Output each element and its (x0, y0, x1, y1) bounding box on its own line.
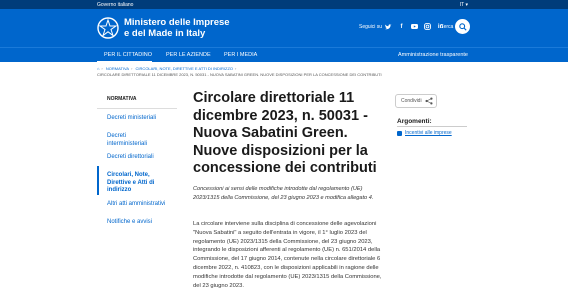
breadcrumb: ⌂ › Normativa › Circolari, Note, Direttive… (97, 66, 382, 77)
government-link[interactable]: Governo italiano (97, 2, 133, 8)
sidebar-item-decreti-ministeriali[interactable]: Decreti ministeriali (97, 109, 177, 127)
republic-emblem-icon (97, 17, 119, 39)
nav-item-media[interactable]: Per i media (224, 52, 257, 58)
government-top-bar: Governo italiano IT ▾ (0, 0, 568, 9)
topic-tag[interactable]: Incentivi alle imprese (397, 130, 452, 136)
topic-tag-label: Incentivi alle imprese (405, 130, 452, 136)
ministry-name[interactable]: Ministero delle Imprese e del Made in It… (124, 17, 230, 39)
instagram-icon[interactable] (424, 23, 431, 30)
share-icon (425, 97, 433, 105)
search-label: Cerca (440, 24, 454, 30)
language-selector[interactable]: IT ▾ (460, 2, 468, 8)
site-header: Ministero delle Imprese e del Made in It… (0, 9, 568, 47)
nav-active-indicator (97, 61, 152, 63)
breadcrumb-item-circolari[interactable]: Circolari, Note, Direttive e Atti di ind… (136, 66, 234, 71)
nav-item-citizen[interactable]: Per il cittadino (104, 52, 152, 58)
search-icon (458, 22, 467, 31)
article-body: La circolare interviene sulla disciplina… (193, 221, 382, 289)
home-icon[interactable]: ⌂ (97, 66, 99, 71)
sidebar-item-altri-atti[interactable]: Altri atti amministrativi (97, 195, 177, 213)
search-button[interactable] (455, 19, 470, 34)
topics-heading: Argomenti: (397, 118, 432, 125)
share-label: Condividi (401, 98, 422, 104)
twitter-icon[interactable] (385, 23, 392, 30)
breadcrumb-item-normativa[interactable]: Normativa (106, 66, 129, 71)
youtube-icon[interactable] (411, 23, 418, 30)
nav-item-companies[interactable]: Per le aziende (166, 52, 211, 58)
tag-icon (397, 130, 402, 136)
topics-divider (397, 126, 467, 127)
ministry-name-line1: Ministero delle Imprese (124, 17, 230, 28)
sidebar-item-notifiche[interactable]: Notifiche e avvisi (97, 213, 177, 231)
page-subtitle: Concessioni ai sensi delle modifiche int… (193, 186, 374, 201)
nav-transparency-link[interactable]: Amministrazione trasparente (398, 52, 468, 58)
sidebar-item-decreti-interministeriali[interactable]: Decreti interministeriali (97, 127, 177, 148)
facebook-icon[interactable]: f (398, 23, 405, 30)
social-links: f in (385, 23, 444, 30)
social-label: Seguici su (359, 24, 383, 30)
sidebar: Normativa Decreti ministeriali Decreti i… (97, 94, 177, 231)
sidebar-item-circolari[interactable]: Circolari, Note, Direttive e Atti di ind… (97, 166, 177, 195)
main-navigation: Per il cittadino Per le aziende Per i me… (0, 47, 568, 63)
sidebar-heading: Normativa (107, 96, 137, 102)
ministry-name-line2: e del Made in Italy (124, 27, 206, 39)
share-button[interactable]: Condividi (395, 94, 437, 108)
page-title: Circolare direttoriale 11 dicembre 2023,… (193, 90, 377, 176)
breadcrumb-current: Circolare direttoriale 11 dicembre 2023,… (97, 72, 382, 77)
sidebar-item-decreti-direttoriali[interactable]: Decreti direttoriali (97, 148, 177, 166)
